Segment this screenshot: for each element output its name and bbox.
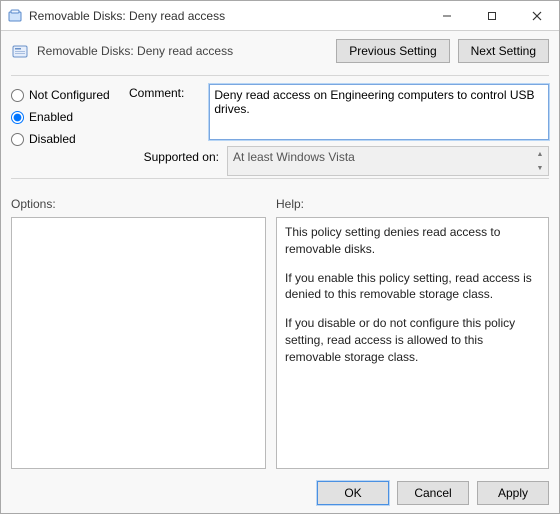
help-text-2: If you enable this policy setting, read …	[285, 270, 540, 304]
policy-icon	[11, 42, 29, 60]
chevron-down-icon[interactable]: ▼	[532, 161, 548, 175]
comment-label: Comment:	[129, 84, 201, 140]
lower-panels: Options: Help: This policy setting denie…	[11, 191, 549, 469]
options-column: Options:	[11, 191, 266, 469]
nav-buttons: Previous Setting Next Setting	[336, 39, 549, 63]
radio-enabled-input[interactable]	[11, 111, 24, 124]
separator-2	[11, 178, 549, 179]
ok-button[interactable]: OK	[317, 481, 389, 505]
minimize-button[interactable]	[424, 1, 469, 30]
radio-disabled-input[interactable]	[11, 133, 24, 146]
maximize-button[interactable]	[469, 1, 514, 30]
apply-button[interactable]: Apply	[477, 481, 549, 505]
window-buttons	[424, 1, 559, 30]
header-row: Removable Disks: Deny read access Previo…	[11, 39, 549, 63]
cancel-button[interactable]: Cancel	[397, 481, 469, 505]
radio-not-configured-label: Not Configured	[29, 88, 110, 102]
help-text-3: If you disable or do not configure this …	[285, 315, 540, 365]
supported-on-field: At least Windows Vista ▲ ▼	[227, 146, 549, 176]
next-setting-button[interactable]: Next Setting	[458, 39, 549, 63]
previous-setting-button[interactable]: Previous Setting	[336, 39, 449, 63]
options-panel[interactable]	[11, 217, 266, 469]
close-button[interactable]	[514, 1, 559, 30]
supported-spinner[interactable]: ▲ ▼	[532, 147, 548, 175]
help-panel[interactable]: This policy setting denies read access t…	[276, 217, 549, 469]
dialog-body: Removable Disks: Deny read access Previo…	[1, 31, 559, 473]
policy-app-icon	[7, 8, 23, 24]
radio-not-configured[interactable]: Not Configured	[11, 88, 121, 102]
radio-disabled-label: Disabled	[29, 132, 76, 146]
policy-title: Removable Disks: Deny read access	[37, 44, 336, 58]
help-text-1: This policy setting denies read access t…	[285, 224, 540, 258]
supported-label: Supported on:	[129, 146, 219, 164]
dialog-window: Removable Disks: Deny read access	[0, 0, 560, 514]
footer-buttons: OK Cancel Apply	[1, 473, 559, 513]
radio-enabled-label: Enabled	[29, 110, 73, 124]
radio-enabled[interactable]: Enabled	[11, 110, 121, 124]
state-radios: Not Configured Enabled Disabled	[11, 84, 121, 176]
radio-not-configured-input[interactable]	[11, 89, 24, 102]
comment-input[interactable]	[209, 84, 549, 140]
chevron-up-icon[interactable]: ▲	[532, 147, 548, 161]
help-label: Help:	[276, 197, 549, 211]
titlebar: Removable Disks: Deny read access	[1, 1, 559, 31]
supported-on-value: At least Windows Vista	[233, 150, 355, 164]
help-column: Help: This policy setting denies read ac…	[276, 191, 549, 469]
settings-row: Not Configured Enabled Disabled Comment:	[11, 84, 549, 176]
options-label: Options:	[11, 197, 266, 211]
separator	[11, 75, 549, 76]
radio-disabled[interactable]: Disabled	[11, 132, 121, 146]
window-title: Removable Disks: Deny read access	[29, 9, 424, 23]
